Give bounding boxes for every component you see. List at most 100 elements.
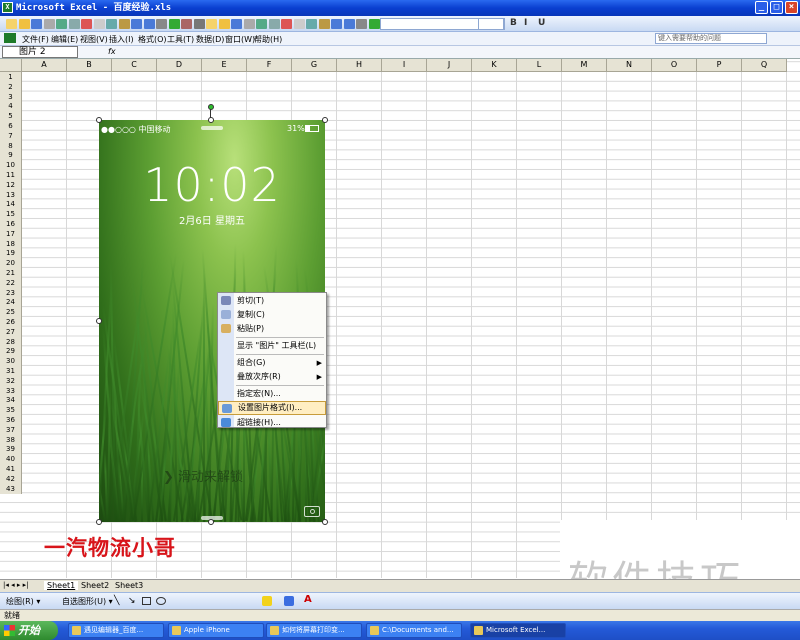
menu-item[interactable]: 插入(I) (109, 34, 134, 45)
resize-handle[interactable] (208, 519, 214, 525)
menu-item[interactable]: 工具(T) (167, 34, 194, 45)
select-all-corner[interactable] (0, 59, 22, 72)
toolbar-button-icon[interactable] (281, 19, 292, 29)
column-header[interactable]: Q (742, 59, 787, 72)
row-header[interactable]: 8 (0, 140, 22, 151)
row-header[interactable]: 6 (0, 121, 22, 131)
context-menu-item[interactable]: 复制(C) (218, 308, 326, 322)
toolbar-button-icon[interactable] (18, 19, 30, 29)
resize-handle[interactable] (322, 519, 328, 525)
toolbar-button-icon[interactable] (193, 19, 205, 29)
menu-item[interactable]: 数据(D) (196, 34, 224, 45)
toolbar-button-icon[interactable] (68, 19, 80, 29)
row-header[interactable]: 37 (0, 424, 22, 435)
row-header[interactable]: 5 (0, 111, 22, 122)
row-header[interactable]: 11 (0, 170, 22, 180)
font-size-select[interactable] (478, 18, 504, 30)
row-header[interactable]: 2 (0, 81, 22, 92)
menu-item[interactable]: 编辑(E) (51, 34, 78, 45)
toolbar-button-icon[interactable] (93, 19, 105, 29)
row-header[interactable]: 19 (0, 248, 22, 259)
toolbar-button-icon[interactable] (168, 19, 180, 29)
context-menu-item[interactable]: 超链接(H)... (218, 416, 326, 430)
context-menu-item[interactable]: 粘贴(P) (218, 322, 326, 336)
sheet-tab[interactable]: Sheet2 (78, 581, 112, 590)
row-header[interactable]: 39 (0, 444, 22, 455)
column-header[interactable]: N (607, 59, 652, 72)
row-header[interactable]: 38 (0, 434, 22, 445)
row-header[interactable]: 14 (0, 199, 22, 210)
format-u-button[interactable]: U (538, 18, 545, 28)
resize-handle[interactable] (208, 117, 214, 123)
taskbar-window-button[interactable]: 遇见编辑器_百度... (68, 623, 164, 638)
column-header[interactable]: G (292, 59, 337, 72)
toolbar-button-icon[interactable] (81, 19, 92, 29)
toolbar-button-icon[interactable] (143, 19, 155, 29)
column-header[interactable]: I (382, 59, 427, 72)
row-header[interactable]: 42 (0, 473, 22, 484)
maximize-button[interactable]: □ (770, 1, 783, 14)
toolbar-button-icon[interactable] (318, 19, 330, 29)
row-header[interactable]: 24 (0, 297, 22, 308)
taskbar-window-button[interactable]: 如何将屏幕打印变... (266, 623, 362, 638)
row-header[interactable]: 23 (0, 287, 22, 298)
rotate-handle[interactable] (208, 104, 214, 110)
line-tool-icon[interactable]: ╲ (114, 596, 119, 606)
row-header[interactable]: 17 (0, 228, 22, 239)
row-header[interactable]: 21 (0, 268, 22, 278)
context-menu-item[interactable]: 叠放次序(R) ▶ (218, 370, 326, 384)
menu-item[interactable]: 文件(F) (22, 34, 49, 45)
arrow-tool-icon[interactable]: ↘ (128, 596, 136, 606)
toolbar-button-icon[interactable] (156, 19, 167, 29)
row-header[interactable]: 33 (0, 385, 22, 396)
menu-item[interactable]: 窗口(W) (225, 34, 255, 45)
row-header[interactable]: 18 (0, 238, 22, 249)
fx-icon[interactable]: fx (108, 47, 116, 56)
menu-item[interactable]: 帮助(H) (254, 34, 282, 45)
row-header[interactable]: 26 (0, 317, 22, 327)
sheet-tab[interactable]: Sheet3 (112, 581, 146, 590)
toolbar-button-icon[interactable] (181, 19, 192, 29)
row-header[interactable]: 34 (0, 395, 22, 406)
toolbar-button-icon[interactable] (256, 19, 267, 29)
toolbar-button-icon[interactable] (218, 19, 230, 29)
line-color-icon[interactable] (284, 596, 294, 606)
column-header[interactable]: H (337, 59, 382, 72)
column-header[interactable]: D (157, 59, 202, 72)
row-header[interactable]: 30 (0, 356, 22, 367)
column-header[interactable]: B (67, 59, 112, 72)
toolbar-button-icon[interactable] (243, 19, 255, 29)
help-search-input[interactable]: 键入需要帮助的问题 (655, 33, 767, 44)
font-color-icon[interactable]: A (304, 594, 312, 605)
taskbar-window-button[interactable]: C:\Documents and... (366, 623, 462, 638)
toolbar-button-icon[interactable] (56, 19, 67, 29)
row-header[interactable]: 4 (0, 101, 22, 112)
formula-bar[interactable]: fx (0, 46, 800, 59)
fill-color-icon[interactable] (262, 596, 272, 606)
autoshapes-button[interactable]: 自选图形(U) ▾ (62, 596, 113, 607)
toolbar-button-icon[interactable] (43, 19, 55, 29)
format-i-button[interactable]: I (524, 18, 527, 28)
toolbar-button-icon[interactable] (356, 19, 367, 29)
draw-menu-button[interactable]: 绘图(R) ▾ (6, 596, 40, 607)
row-header[interactable]: 28 (0, 336, 22, 347)
row-header[interactable]: 15 (0, 209, 22, 220)
column-header[interactable]: P (697, 59, 742, 72)
row-header[interactable]: 7 (0, 130, 22, 141)
start-button[interactable]: 开始 (0, 621, 58, 640)
row-header[interactable]: 36 (0, 415, 22, 425)
column-header[interactable]: K (472, 59, 517, 72)
column-header[interactable]: M (562, 59, 607, 72)
workbook-icon[interactable] (4, 33, 16, 43)
format-b-button[interactable]: B (510, 18, 517, 28)
menu-item[interactable]: 格式(O) (138, 34, 167, 45)
row-header[interactable]: 43 (0, 483, 22, 494)
toolbar-button-icon[interactable] (106, 19, 117, 29)
close-button[interactable]: × (785, 1, 798, 14)
context-menu-item[interactable]: 组合(G) ▶ (218, 356, 326, 370)
taskbar-window-button[interactable]: Microsoft Excel... (470, 623, 566, 638)
context-menu-item[interactable]: 剪切(T) (218, 294, 326, 308)
column-header[interactable]: F (247, 59, 292, 72)
toolbar-button-icon[interactable] (31, 19, 42, 29)
resize-handle[interactable] (96, 117, 102, 123)
